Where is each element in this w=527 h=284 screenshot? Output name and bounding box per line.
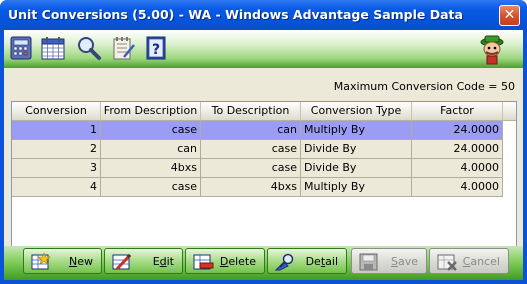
edit-label: Edit	[152, 255, 174, 268]
cell-type: Divide By	[301, 140, 412, 159]
cell-type: Multiply By	[301, 178, 412, 197]
magnifier-icon	[78, 37, 101, 60]
table-row[interactable]: 3 4bxs case Divide By 4.0000	[12, 159, 503, 178]
svg-text:?: ?	[152, 42, 160, 58]
window-title: Unit Conversions (5.00) - WA - Windows A…	[8, 7, 463, 22]
calendar-button[interactable]	[40, 35, 66, 61]
new-label: New	[69, 255, 93, 268]
footer-toolbar: New Edit Delete Detail Save Cancel	[4, 246, 523, 280]
cell-from: can	[101, 140, 201, 159]
search-button[interactable]	[76, 35, 102, 61]
cell-type: Multiply By	[301, 121, 412, 140]
cell-code: 2	[12, 140, 101, 159]
col-header-factor[interactable]: Factor	[412, 102, 503, 121]
conversions-table: Conversion Code From Description To Desc…	[11, 101, 517, 266]
cell-from: 4bxs	[101, 159, 201, 178]
app-window: Unit Conversions (5.00) - WA - Windows A…	[0, 0, 527, 284]
title-bar: Unit Conversions (5.00) - WA - Windows A…	[0, 0, 527, 30]
cell-code: 4	[12, 178, 101, 197]
cancel-record-icon	[437, 254, 457, 271]
save-button[interactable]: Save	[351, 248, 427, 274]
col-header-to[interactable]: To Description	[201, 102, 301, 121]
cell-factor: 24.0000	[412, 121, 503, 140]
save-label: Save	[390, 255, 418, 268]
close-icon[interactable]: ✕	[504, 7, 516, 23]
col-header-code[interactable]: Conversion Code	[12, 102, 101, 135]
notes-button[interactable]	[110, 35, 136, 61]
notepad-icon	[113, 37, 135, 60]
help-button[interactable]: ?	[143, 35, 169, 61]
save-disk-icon	[359, 253, 378, 271]
close-button[interactable]: ✕	[499, 5, 520, 26]
new-button[interactable]: New	[23, 248, 102, 274]
calendar-icon	[41, 37, 65, 60]
cell-code: 1	[12, 121, 101, 140]
cell-from: case	[101, 178, 201, 197]
cancel-button[interactable]: Cancel	[429, 248, 509, 274]
cell-to: 4bxs	[201, 178, 301, 197]
cell-to: case	[201, 140, 301, 159]
cell-code: 3	[12, 159, 101, 178]
help-book-icon: ?	[146, 36, 166, 60]
cell-factor: 24.0000	[412, 140, 503, 159]
detail-label: Detail	[305, 255, 338, 268]
table-row[interactable]: 4 case 4bxs Multiply By 4.0000	[12, 178, 503, 197]
max-conversion-code: Maximum Conversion Code = 50	[333, 80, 515, 93]
col-header-filler	[503, 102, 516, 121]
mascot-icon	[480, 35, 504, 65]
cell-from: case	[101, 121, 201, 140]
cell-to: can	[201, 121, 301, 140]
toolbar: ?	[4, 30, 523, 68]
table-row[interactable]: 2 can case Divide By 24.0000	[12, 140, 503, 159]
cell-type: Divide By	[301, 159, 412, 178]
col-header-from[interactable]: From Description	[101, 102, 201, 121]
cancel-label: Cancel	[462, 255, 500, 268]
edit-button[interactable]: Edit	[104, 248, 183, 274]
delete-record-icon	[193, 254, 214, 270]
detail-magnify-icon	[274, 253, 294, 271]
mascot-logo	[476, 33, 510, 65]
client-area: ? Maximum Conversion Code = 50 Conversio…	[4, 30, 523, 280]
cell-factor: 4.0000	[412, 159, 503, 178]
table-row[interactable]: 1 case can Multiply By 24.0000	[12, 121, 503, 140]
edit-pencil-icon	[112, 253, 132, 271]
calculator-icon	[10, 36, 32, 60]
delete-button[interactable]: Delete	[185, 248, 265, 274]
col-header-type[interactable]: Conversion Type	[301, 102, 412, 121]
detail-button[interactable]: Detail	[267, 248, 347, 274]
cell-factor: 4.0000	[412, 178, 503, 197]
new-record-icon	[31, 252, 51, 270]
table-header: Conversion Code From Description To Desc…	[12, 102, 516, 135]
calculator-button[interactable]	[8, 35, 34, 61]
cell-to: case	[201, 159, 301, 178]
delete-label: Delete	[219, 255, 256, 268]
